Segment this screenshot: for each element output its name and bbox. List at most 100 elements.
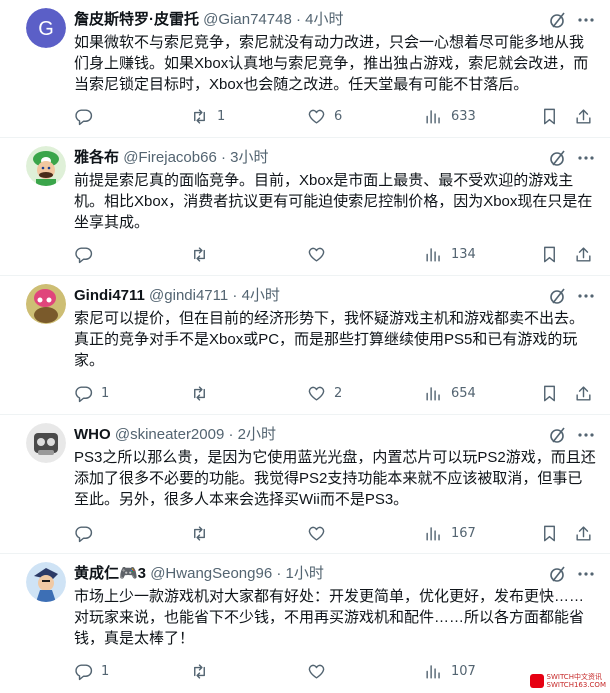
like-button[interactable] bbox=[307, 659, 334, 683]
analytics-icon bbox=[426, 664, 440, 679]
tweet-actions: 134 bbox=[74, 242, 596, 266]
retweet-button[interactable] bbox=[190, 242, 217, 266]
like-button[interactable]: 6 bbox=[307, 104, 342, 128]
reply-icon bbox=[75, 385, 93, 402]
reply-button[interactable] bbox=[74, 242, 101, 266]
more-options-icon[interactable] bbox=[576, 564, 596, 584]
avatar[interactable]: G bbox=[26, 8, 66, 48]
timestamp[interactable]: 2小时 bbox=[238, 426, 276, 443]
tweet-header: 黄成仁🎮3 @HwangSeong96 · 1小时 bbox=[74, 564, 596, 584]
reply-button[interactable]: 1 bbox=[74, 659, 109, 683]
reply-icon bbox=[75, 663, 93, 680]
reply-button[interactable] bbox=[74, 521, 101, 545]
retweet-button[interactable] bbox=[190, 521, 217, 545]
user-handle[interactable]: @Gian74748 bbox=[203, 11, 292, 28]
like-button[interactable] bbox=[307, 242, 334, 266]
retweet-icon bbox=[194, 108, 205, 124]
separator: · bbox=[220, 149, 226, 166]
view-count: 107 bbox=[451, 663, 476, 679]
views-button[interactable]: 654 bbox=[424, 381, 476, 405]
switch-logo-icon bbox=[529, 674, 544, 688]
grok-icon[interactable] bbox=[548, 286, 568, 306]
more-options-icon[interactable] bbox=[576, 148, 596, 168]
user-name[interactable]: 詹皮斯特罗·皮雷托 bbox=[74, 11, 199, 28]
reply-tweet-5[interactable]: 黄成仁🎮3 @HwangSeong96 · 1小时 市场上少一款游戏机对大家都有… bbox=[0, 554, 610, 693]
reply-feed: G 詹皮斯特罗·皮雷托 @Gian74748 · 4小时 如果微软不与索尼竞争，… bbox=[0, 0, 610, 693]
bookmark-button[interactable] bbox=[540, 521, 559, 545]
views-button[interactable]: 134 bbox=[424, 242, 476, 266]
analytics-icon bbox=[426, 526, 440, 541]
tweet-text: PS3之所以那么贵，是因为它使用蓝光光盘，内置芯片可以玩PS2游戏，而且还添加了… bbox=[74, 449, 596, 508]
like-button[interactable]: 2 bbox=[307, 381, 342, 405]
reply-count: 1 bbox=[101, 385, 110, 401]
share-button[interactable] bbox=[574, 381, 593, 405]
user-name[interactable]: 雅各布 bbox=[74, 149, 119, 166]
reply-button[interactable]: 1 bbox=[74, 381, 109, 405]
more-options-icon[interactable] bbox=[576, 286, 596, 306]
share-icon bbox=[576, 246, 591, 262]
view-count: 134 bbox=[451, 246, 476, 262]
reply-tweet-1[interactable]: G 詹皮斯特罗·皮雷托 @Gian74748 · 4小时 如果微软不与索尼竞争，… bbox=[0, 0, 610, 138]
separator: · bbox=[232, 287, 238, 304]
user-handle[interactable]: @Firejacob66 bbox=[123, 149, 217, 166]
retweet-icon bbox=[194, 385, 205, 401]
tweet-actions: 1 6 633 bbox=[74, 104, 596, 128]
more-options-icon[interactable] bbox=[576, 10, 596, 30]
user-name[interactable]: Gindi4711 bbox=[74, 287, 145, 304]
grok-icon[interactable] bbox=[548, 148, 568, 168]
reply-icon bbox=[75, 246, 93, 263]
heart-icon bbox=[308, 664, 325, 679]
user-name[interactable]: WHO bbox=[74, 426, 111, 443]
user-handle[interactable]: @gindi4711 bbox=[149, 287, 228, 304]
analytics-icon bbox=[426, 109, 440, 124]
tweet-header: WHO @skineater2009 · 2小时 bbox=[74, 425, 596, 445]
bookmark-icon bbox=[544, 525, 555, 541]
retweet-icon bbox=[194, 246, 205, 262]
reply-tweet-2[interactable]: 雅各布 @Firejacob66 · 3小时 前提是索尼真的面临竞争。目前，Xb… bbox=[0, 138, 610, 276]
avatar[interactable] bbox=[26, 562, 66, 602]
user-handle[interactable]: @HwangSeong96 bbox=[150, 565, 272, 582]
views-button[interactable]: 107 bbox=[424, 659, 476, 683]
retweet-button[interactable] bbox=[190, 659, 217, 683]
bookmark-icon bbox=[544, 385, 555, 401]
reply-tweet-4[interactable]: WHO @skineater2009 · 2小时 PS3之所以那么贵，是因为它使… bbox=[0, 415, 610, 554]
grok-icon[interactable] bbox=[548, 425, 568, 445]
retweet-icon bbox=[194, 525, 205, 541]
user-handle[interactable]: @skineater2009 bbox=[115, 426, 224, 443]
avatar[interactable] bbox=[26, 146, 66, 186]
views-button[interactable]: 633 bbox=[424, 104, 476, 128]
heart-icon bbox=[308, 386, 325, 401]
grok-icon[interactable] bbox=[548, 10, 568, 30]
heart-icon bbox=[308, 526, 325, 541]
tweet-header: 雅各布 @Firejacob66 · 3小时 bbox=[74, 148, 596, 168]
avatar[interactable] bbox=[26, 284, 66, 324]
bookmark-button[interactable] bbox=[540, 104, 559, 128]
share-button[interactable] bbox=[574, 521, 593, 545]
user-name[interactable]: 黄成仁🎮3 bbox=[74, 565, 146, 582]
like-count: 2 bbox=[334, 385, 343, 401]
retweet-button[interactable]: 1 bbox=[190, 104, 225, 128]
reply-tweet-3[interactable]: Gindi4711 @gindi4711 · 4小时 索尼可以提价，但在目前的经… bbox=[0, 276, 610, 415]
bookmark-icon bbox=[544, 246, 555, 262]
retweet-button[interactable] bbox=[190, 381, 217, 405]
reply-count: 1 bbox=[101, 663, 110, 679]
share-button[interactable] bbox=[574, 104, 593, 128]
views-button[interactable]: 167 bbox=[424, 521, 476, 545]
timestamp[interactable]: 1小时 bbox=[286, 565, 324, 582]
timestamp[interactable]: 4小时 bbox=[242, 287, 280, 304]
bookmark-button[interactable] bbox=[540, 381, 559, 405]
view-count: 654 bbox=[451, 385, 476, 401]
timestamp[interactable]: 4小时 bbox=[305, 11, 343, 28]
avatar[interactable] bbox=[26, 423, 66, 463]
watermark-line-1: SWITCH中文资讯 bbox=[546, 673, 602, 681]
share-button[interactable] bbox=[574, 242, 593, 266]
reply-button[interactable] bbox=[74, 104, 101, 128]
heart-icon bbox=[308, 109, 325, 124]
tweet-header: 詹皮斯特罗·皮雷托 @Gian74748 · 4小时 bbox=[74, 10, 596, 30]
like-button[interactable] bbox=[307, 521, 334, 545]
grok-icon[interactable] bbox=[548, 564, 568, 584]
timestamp[interactable]: 3小时 bbox=[230, 149, 268, 166]
bookmark-button[interactable] bbox=[540, 242, 559, 266]
like-count: 6 bbox=[334, 108, 343, 124]
more-options-icon[interactable] bbox=[576, 425, 596, 445]
